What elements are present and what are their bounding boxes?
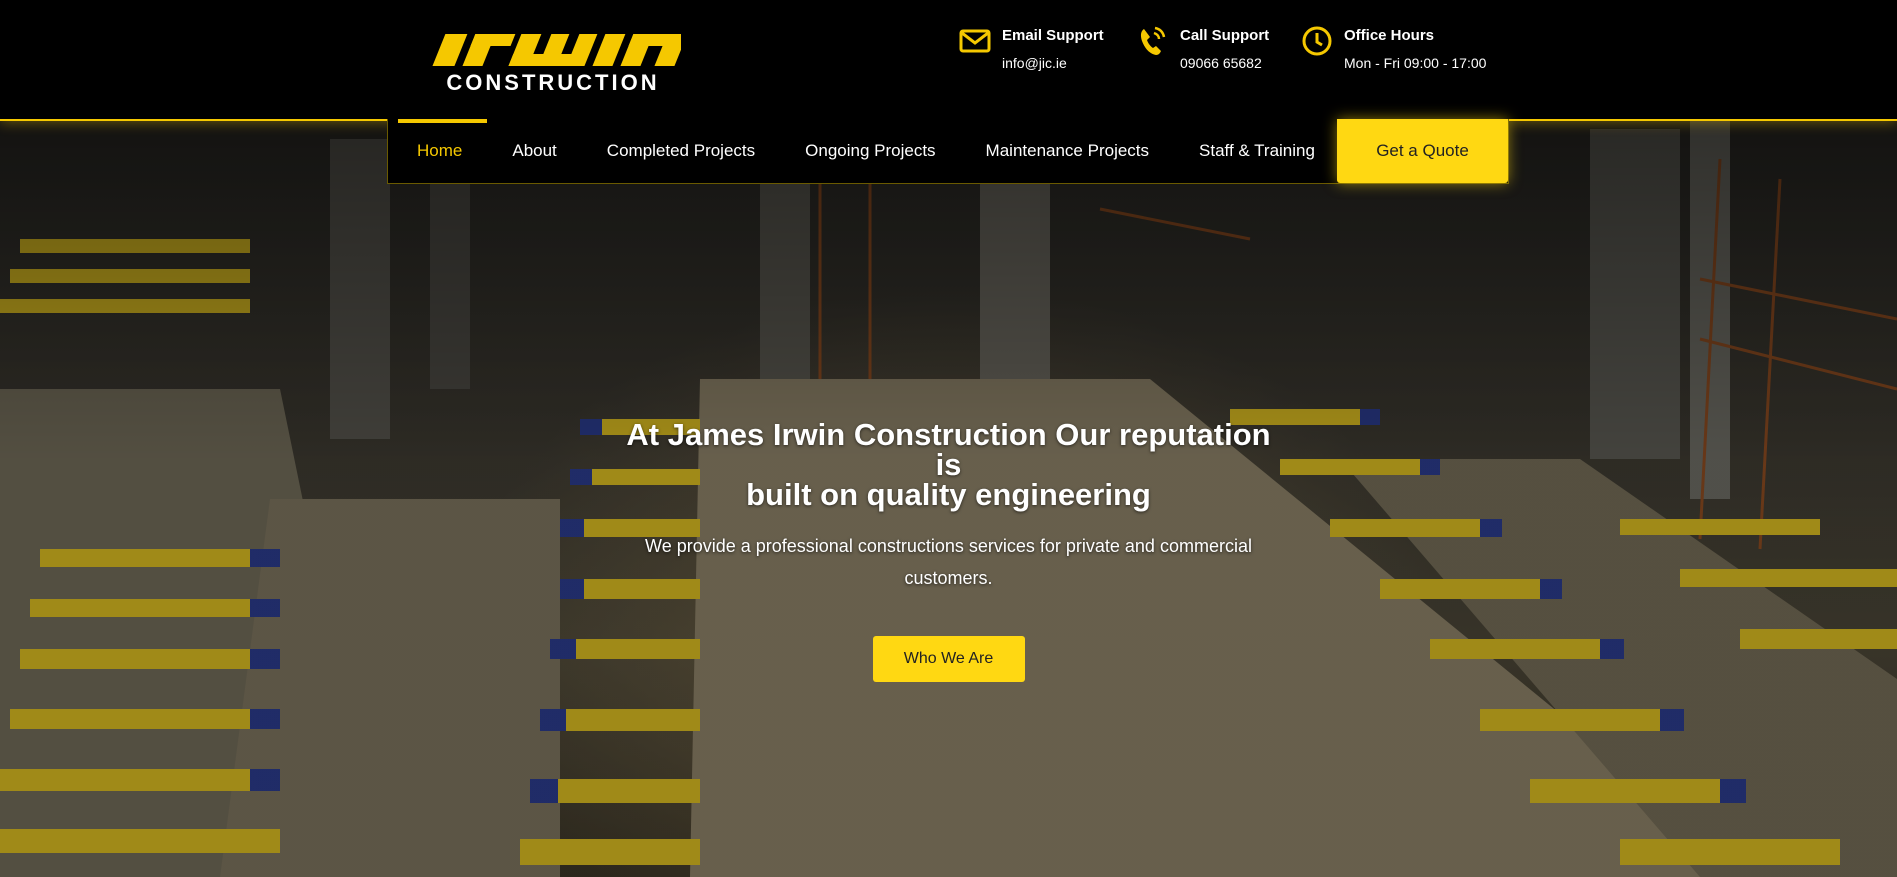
office-hours-value: Mon - Fri 09:00 - 17:00 bbox=[1344, 55, 1487, 71]
nav-item-maintenance-projects[interactable]: Maintenance Projects bbox=[961, 119, 1174, 183]
nav-item-ongoing-projects[interactable]: Ongoing Projects bbox=[780, 119, 960, 183]
call-support[interactable]: Call Support 09066 65682 bbox=[1136, 24, 1269, 74]
hero-headline-line2: is bbox=[935, 447, 962, 482]
nav-item-label: Home bbox=[417, 141, 463, 160]
who-we-are-button[interactable]: Who We Are bbox=[872, 636, 1025, 682]
nav-item-about[interactable]: About bbox=[487, 119, 581, 183]
clock-icon bbox=[1300, 24, 1334, 58]
nav-item-label: Completed Projects bbox=[606, 141, 756, 160]
office-hours: Office Hours Mon - Fri 09:00 - 17:00 bbox=[1300, 24, 1486, 74]
irwin-construction-logo[interactable]: CONSTRUCTION bbox=[425, 30, 688, 96]
email-support-value[interactable]: info@jic.ie bbox=[1002, 52, 1104, 74]
hero-headline-line3: built on quality engineering bbox=[746, 477, 1151, 512]
logo-mark: CONSTRUCTION bbox=[432, 34, 688, 95]
hero-headline-line1: At James Irwin Construction Our reputati… bbox=[626, 417, 1271, 452]
nav-item-completed-projects[interactable]: Completed Projects bbox=[582, 119, 780, 183]
phone-icon bbox=[1136, 24, 1170, 58]
email-support-label: Email Support bbox=[1002, 27, 1104, 44]
call-support-value[interactable]: 09066 65682 bbox=[1180, 52, 1269, 74]
get-a-quote-button[interactable]: Get a Quote bbox=[1337, 119, 1508, 183]
email-support[interactable]: Email Support info@jic.ie bbox=[958, 24, 1104, 74]
nav-item-staff-training[interactable]: Staff & Training bbox=[1174, 119, 1340, 183]
office-hours-label: Office Hours bbox=[1344, 27, 1435, 44]
nav-item-label: Maintenance Projects bbox=[985, 141, 1150, 160]
nav-item-label: Ongoing Projects bbox=[805, 141, 936, 160]
logo-subtext: CONSTRUCTION bbox=[446, 70, 659, 95]
envelope-icon bbox=[958, 24, 992, 58]
hero-content: At James Irwin Construction Our reputati… bbox=[0, 417, 1897, 682]
top-header: CONSTRUCTION Email Support info@jic.ie C… bbox=[0, 0, 1897, 121]
nav-item-label: About bbox=[512, 141, 557, 160]
hero-subtitle: We provide a professional constructions … bbox=[645, 536, 1252, 588]
main-nav: Home About Completed Projects Ongoing Pr… bbox=[387, 119, 1509, 184]
nav-item-label: Staff & Training bbox=[1199, 141, 1315, 160]
call-support-label: Call Support bbox=[1180, 27, 1270, 44]
nav-item-home[interactable]: Home bbox=[388, 119, 488, 183]
hero-headline: At James Irwin Construction Our reputati… bbox=[599, 417, 1299, 512]
